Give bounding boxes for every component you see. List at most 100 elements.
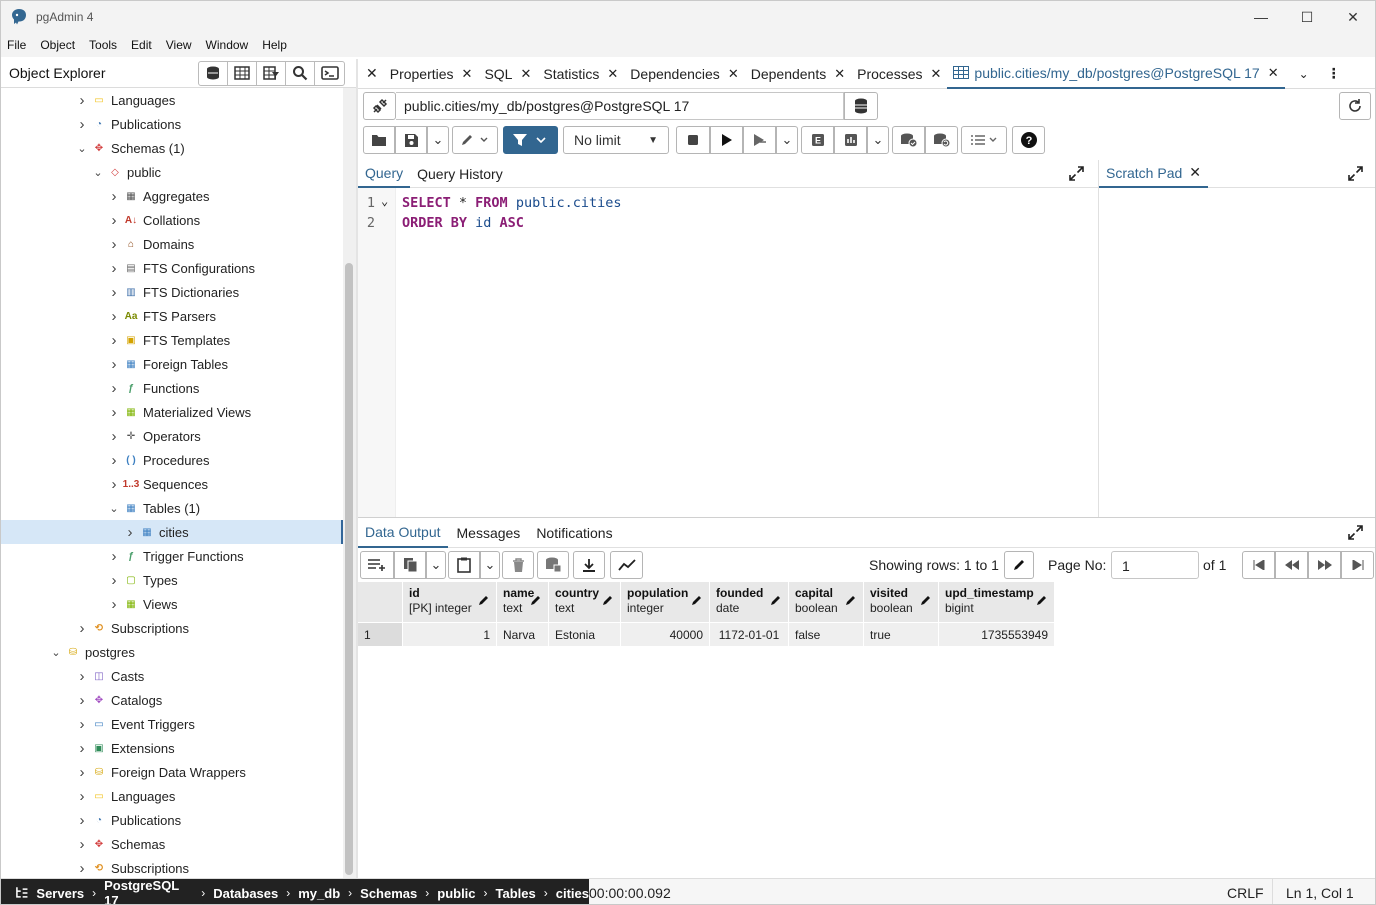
expand-icon[interactable] xyxy=(1348,525,1363,543)
table-cell[interactable]: 1 xyxy=(403,622,497,646)
rollback-icon[interactable] xyxy=(925,126,958,154)
table-cell[interactable]: Narva xyxy=(497,622,549,646)
chevron-right-icon[interactable]: › xyxy=(107,476,121,493)
tree-item[interactable]: › ▭ Event Triggers xyxy=(1,712,343,736)
tree-item[interactable]: › ⌂ Domains xyxy=(1,232,343,256)
row-number[interactable]: 1 xyxy=(358,622,403,646)
connection-status-icon[interactable] xyxy=(363,92,396,120)
tree-item[interactable]: › ▢ Types xyxy=(1,568,343,592)
tree-item[interactable]: › Aa FTS Parsers xyxy=(1,304,343,328)
tree-item[interactable]: › ƒ Functions xyxy=(1,376,343,400)
menu-window[interactable]: Window xyxy=(206,38,249,52)
fold-chevron-icon[interactable]: ⌄ xyxy=(381,191,388,211)
tree-item[interactable]: ⌄ ✥ Schemas (1) xyxy=(1,136,343,160)
execute-script-icon[interactable] xyxy=(743,126,776,154)
copy-icon[interactable] xyxy=(394,551,426,579)
breadcrumb-item[interactable]: Tables xyxy=(496,886,536,901)
stop-icon[interactable] xyxy=(676,126,710,154)
close-icon[interactable]: ✕ xyxy=(931,66,942,82)
breadcrumb-item[interactable]: Schemas xyxy=(360,886,417,901)
close-icon[interactable]: ✕ xyxy=(1268,65,1279,81)
chevron-down-icon[interactable]: ⌄ xyxy=(776,126,798,154)
scratch-pad-editor[interactable] xyxy=(1099,188,1375,517)
tree-item[interactable]: › ▦ Aggregates xyxy=(1,184,343,208)
previous-page-icon[interactable] xyxy=(1275,551,1308,579)
breadcrumb-item[interactable]: PostgreSQL 17 xyxy=(104,878,193,904)
edit-column-icon[interactable] xyxy=(1036,594,1048,610)
chevron-right-icon[interactable]: › xyxy=(107,284,121,301)
edit-column-icon[interactable] xyxy=(691,594,703,610)
column-header-country[interactable]: country text xyxy=(549,582,621,622)
macros-icon[interactable] xyxy=(961,126,1007,154)
chevron-right-icon[interactable]: › xyxy=(107,356,121,373)
chevron-down-icon[interactable]: ⌄ xyxy=(75,142,89,155)
table-cell[interactable]: 40000 xyxy=(621,622,710,646)
first-page-icon[interactable] xyxy=(1242,551,1275,579)
tree-item[interactable]: › ▭ Languages xyxy=(1,784,343,808)
tree-item[interactable]: › ▦ cities xyxy=(1,520,343,544)
table-cell[interactable]: 1172-01-01 xyxy=(710,622,789,646)
chevron-down-icon[interactable]: ⌄ xyxy=(91,166,105,179)
tree-item[interactable]: › ▦ Views xyxy=(1,592,343,616)
tab-notifications[interactable]: Notifications xyxy=(529,518,619,548)
tab-query[interactable]: Query xyxy=(358,160,411,188)
maximize-button[interactable]: ☐ xyxy=(1284,1,1330,33)
commit-icon[interactable] xyxy=(892,126,925,154)
close-icon[interactable]: ✕ xyxy=(462,66,473,82)
expand-icon[interactable] xyxy=(1348,166,1363,184)
tree-item[interactable]: › ⟲ Subscriptions xyxy=(1,856,343,878)
psql-tool-icon[interactable] xyxy=(315,62,344,85)
chevron-right-icon[interactable]: › xyxy=(107,188,121,205)
chevron-right-icon[interactable]: › xyxy=(75,716,89,733)
chevron-right-icon[interactable]: › xyxy=(107,308,121,325)
edit-pen-icon[interactable] xyxy=(452,126,498,154)
chevron-right-icon[interactable]: › xyxy=(75,836,89,853)
tab-data-output[interactable]: Data Output xyxy=(358,518,448,548)
tree-item[interactable]: › ⛁ Foreign Data Wrappers xyxy=(1,760,343,784)
row-limit-select[interactable]: No limit ▼ xyxy=(563,126,669,154)
tab-processes[interactable]: Processes ✕ xyxy=(851,59,947,89)
tree-item[interactable]: › ✥ Catalogs xyxy=(1,688,343,712)
explain-analyze-icon[interactable] xyxy=(834,126,867,154)
tree-item[interactable]: › ◔ Publications xyxy=(1,112,343,136)
tab-query-tool[interactable]: public.cities/my_db/postgres@PostgreSQL … xyxy=(947,59,1285,89)
column-header-population[interactable]: population integer xyxy=(621,582,710,622)
page-number-input[interactable]: 1 xyxy=(1111,551,1199,579)
column-header-name[interactable]: name text xyxy=(497,582,549,622)
chevron-right-icon[interactable]: › xyxy=(107,212,121,229)
chevron-right-icon[interactable]: › xyxy=(75,620,89,637)
next-page-icon[interactable] xyxy=(1308,551,1341,579)
breadcrumb-item[interactable]: public xyxy=(437,886,475,901)
chevron-right-icon[interactable]: › xyxy=(75,860,89,877)
add-row-icon[interactable] xyxy=(360,551,394,579)
chevron-down-icon[interactable]: ⌄ xyxy=(1293,59,1315,89)
edit-column-icon[interactable] xyxy=(845,594,857,610)
tree-scrollbar-thumb[interactable] xyxy=(345,263,353,875)
table-cell[interactable]: Estonia xyxy=(549,622,621,646)
chevron-right-icon[interactable]: › xyxy=(75,740,89,757)
chevron-down-icon[interactable]: ⌄ xyxy=(427,126,449,154)
close-icon[interactable]: ✕ xyxy=(607,66,618,82)
more-options-icon[interactable]: ⋮ xyxy=(1321,59,1347,89)
chevron-right-icon[interactable]: › xyxy=(107,332,121,349)
chevron-right-icon[interactable]: › xyxy=(107,428,121,445)
database-icon[interactable] xyxy=(844,92,878,120)
chevron-down-icon[interactable]: ⌄ xyxy=(867,126,889,154)
chevron-right-icon[interactable]: › xyxy=(75,668,89,685)
execute-icon[interactable] xyxy=(710,126,743,154)
tree-item[interactable]: › ƒ Trigger Functions xyxy=(1,544,343,568)
chevron-right-icon[interactable]: › xyxy=(75,764,89,781)
column-header-upd_timestamp[interactable]: upd_timestamp bigint xyxy=(939,582,1055,622)
chevron-right-icon[interactable]: › xyxy=(107,548,121,565)
tree-item[interactable]: › ◔ Publications xyxy=(1,808,343,832)
paste-icon[interactable] xyxy=(448,551,480,579)
tree-item[interactable]: › ▭ Languages xyxy=(1,88,343,112)
table-cell[interactable]: false xyxy=(789,622,864,646)
chevron-right-icon[interactable]: › xyxy=(107,572,121,589)
tab-statistics[interactable]: Statistics ✕ xyxy=(537,59,624,89)
chevron-right-icon[interactable]: › xyxy=(123,524,137,541)
chevron-right-icon[interactable]: › xyxy=(107,236,121,253)
close-icon[interactable]: ✕ xyxy=(728,66,739,82)
tab-messages[interactable]: Messages xyxy=(450,518,528,548)
table-cell[interactable]: 1735553949 xyxy=(939,622,1055,646)
